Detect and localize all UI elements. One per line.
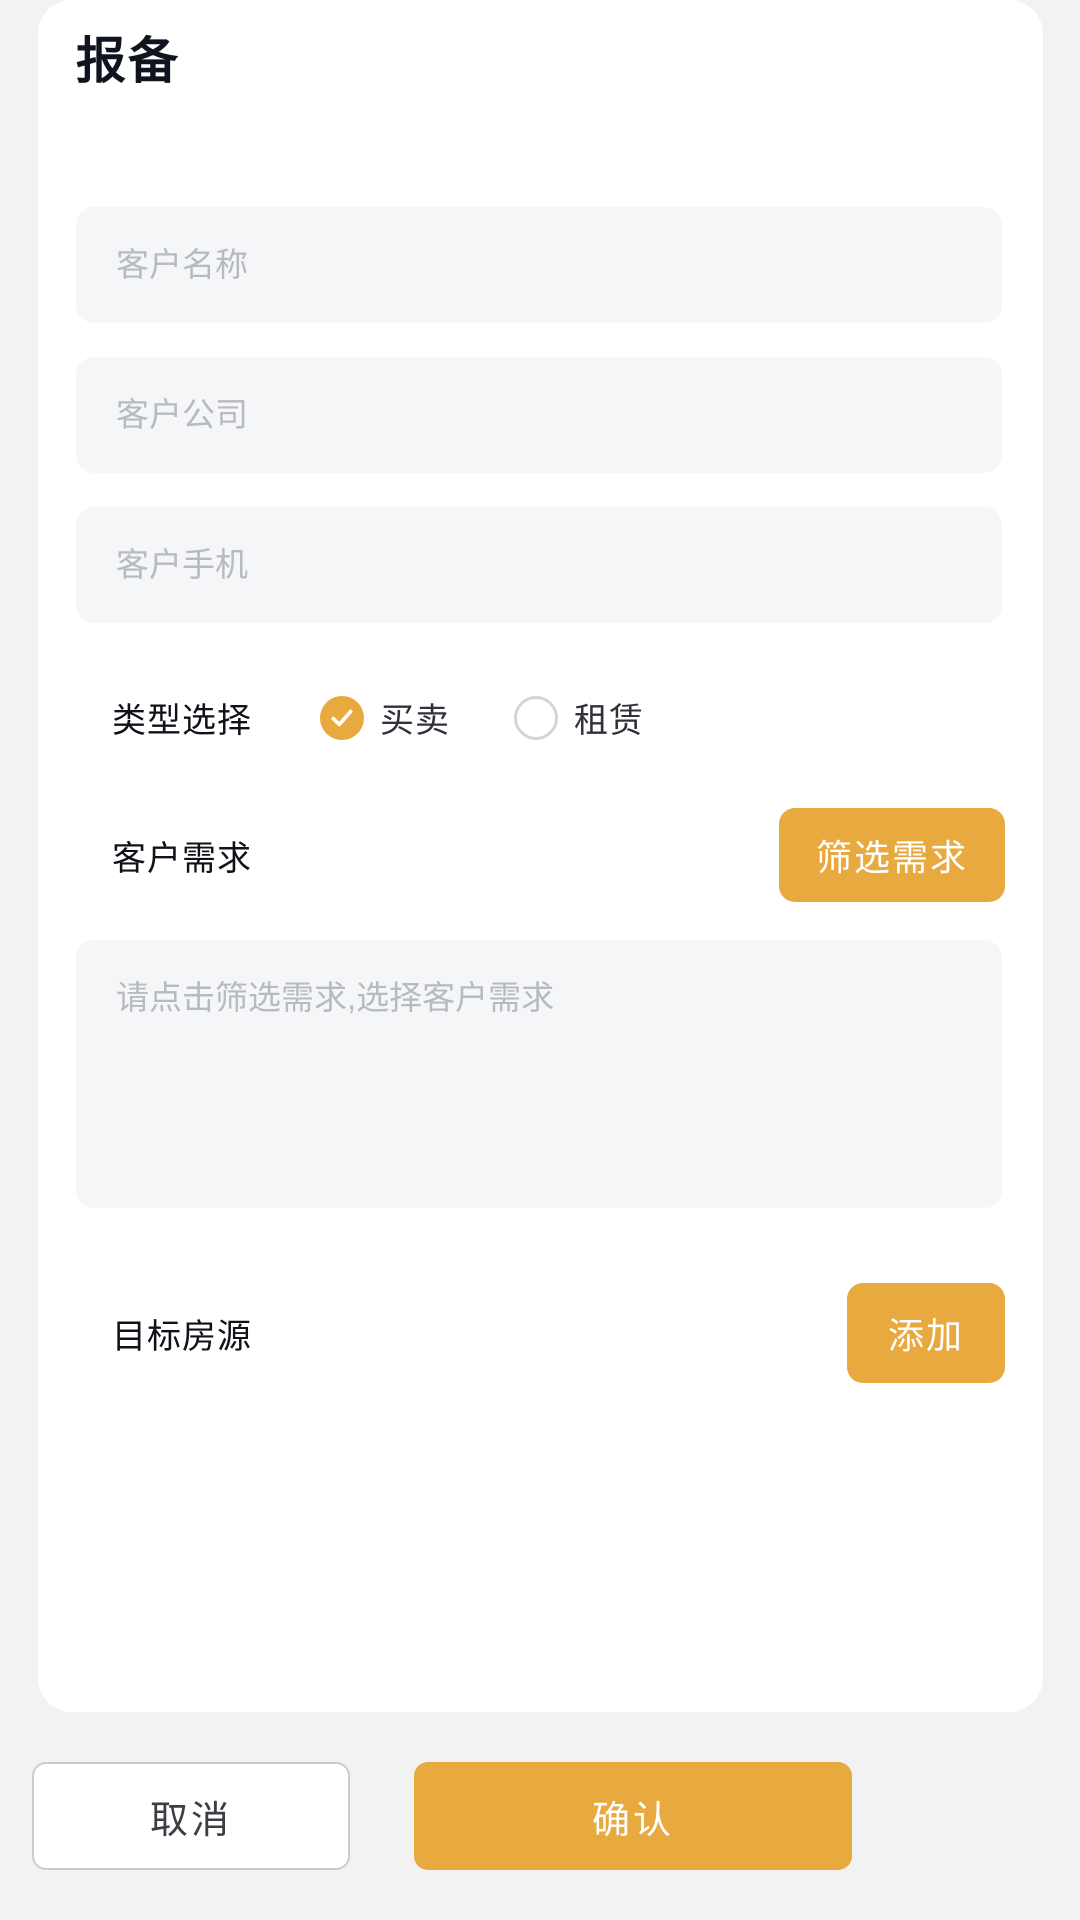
filter-requirement-button[interactable]: 筛选需求 xyxy=(779,808,1005,902)
customer-requirement-row: 客户需求 筛选需求 xyxy=(76,808,1005,902)
customer-company-input[interactable] xyxy=(76,357,1002,473)
confirm-button[interactable]: 确认 xyxy=(414,1762,852,1870)
type-radio-group: 买卖 租赁 xyxy=(320,693,644,742)
footer-action-bar: 取消 确认 xyxy=(0,1712,1080,1920)
target-property-row: 目标房源 添加 xyxy=(76,1283,1005,1383)
check-icon xyxy=(320,695,364,740)
radio-unchecked-icon xyxy=(514,695,558,740)
page-title: 报备 xyxy=(76,33,180,89)
customer-requirement-label: 客户需求 xyxy=(112,839,252,878)
add-target-property-button[interactable]: 添加 xyxy=(847,1283,1005,1383)
customer-phone-input[interactable] xyxy=(76,507,1002,623)
radio-option-sale[interactable]: 买卖 xyxy=(320,693,450,742)
radio-label-sale: 买卖 xyxy=(380,702,450,740)
report-form-sheet: 报备 类型选择 买卖 租赁 客户需求 筛选需求 目标房源 xyxy=(38,0,1043,1712)
type-selection-label: 类型选择 xyxy=(112,702,252,740)
type-selection-row: 类型选择 买卖 租赁 xyxy=(76,693,1005,742)
customer-name-input[interactable] xyxy=(76,207,1002,323)
customer-requirement-textarea[interactable] xyxy=(76,940,1002,1208)
target-property-label: 目标房源 xyxy=(112,1317,252,1356)
radio-option-lease[interactable]: 租赁 xyxy=(514,693,644,742)
cancel-button[interactable]: 取消 xyxy=(32,1762,350,1870)
radio-label-lease: 租赁 xyxy=(574,702,644,740)
